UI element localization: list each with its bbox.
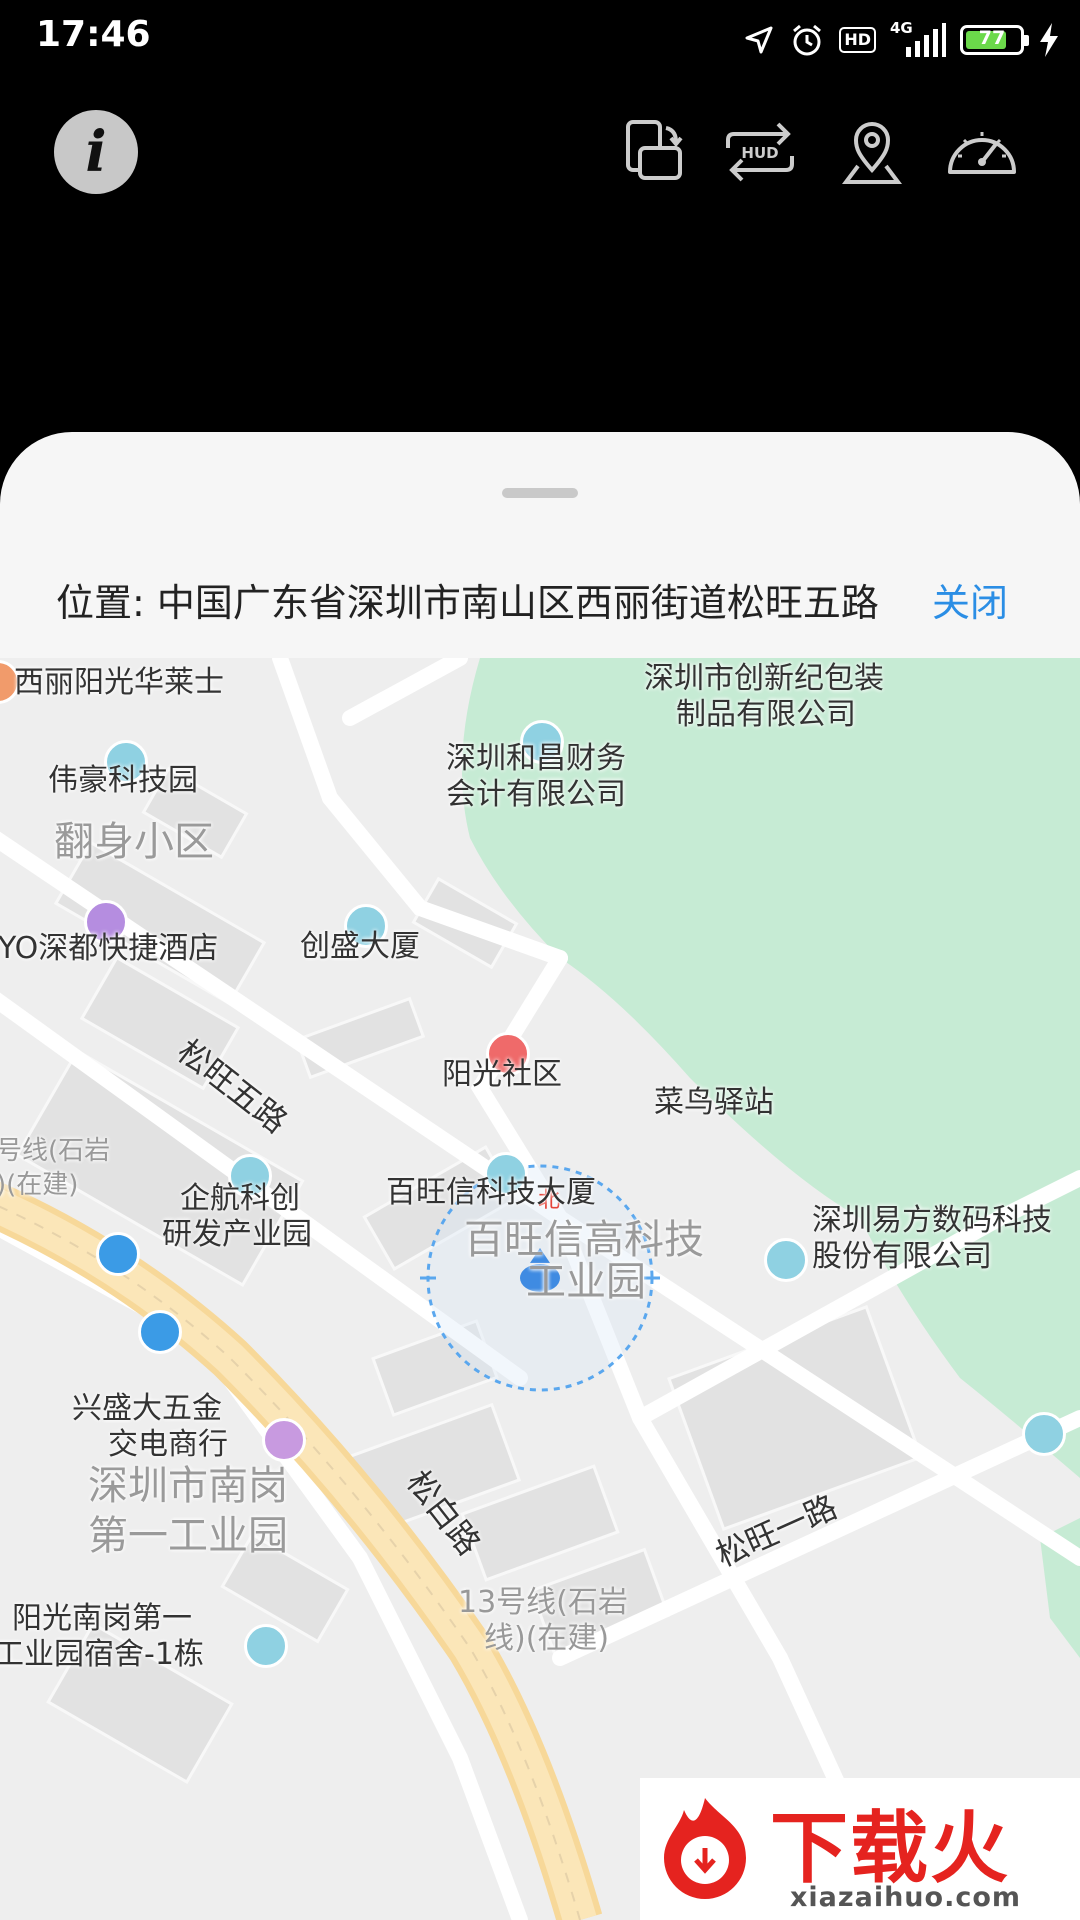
alarm-icon (793, 24, 822, 56)
location-sheet: 位置: 中国广东省深圳市南山区西丽街道松旺五路 关闭 北 西丽阳光华莱士 伟豪科… (0, 432, 1080, 1920)
location-address: 位置: 中国广东省深圳市南山区西丽街道松旺五路 (56, 581, 879, 625)
poi-label[interactable]: 阳光社区 (442, 1056, 562, 1094)
sheet-drag-handle[interactable] (502, 488, 578, 498)
poi-label[interactable]: 会计有限公司 (446, 776, 626, 814)
poi-label[interactable]: 西丽阳光华莱士 (14, 664, 224, 702)
poi-label[interactable]: 深圳市创新纪包装 (644, 660, 884, 698)
parking-icon[interactable] (138, 1310, 182, 1354)
speedometer-icon (948, 132, 1016, 174)
poi-label[interactable]: 企航科创 (180, 1180, 300, 1218)
status-icons: HD 4G 77 (743, 18, 1060, 62)
metro-line-label: 13号线(石岩 (458, 1585, 628, 1620)
svg-text:HUD: HUD (741, 144, 778, 162)
screen-rotate-icon (626, 120, 683, 180)
location-arrow-icon (745, 26, 773, 54)
watermark: 下载火 xiazaihuo.com (640, 1778, 1080, 1920)
poi-label[interactable]: 百旺信科技大厦 (386, 1174, 596, 1212)
poi-label[interactable]: 深圳易方数码科技 (812, 1202, 1052, 1240)
poi-label[interactable]: 股份有限公司 (812, 1238, 992, 1276)
hud-switch-button[interactable]: HUD (718, 110, 802, 194)
status-time: 17:46 (36, 14, 151, 55)
poi-label[interactable]: 伟豪科技园 (48, 762, 198, 800)
info-button[interactable]: i (54, 110, 138, 194)
area-label: 深圳市南岗 (88, 1463, 288, 1509)
info-icon: i (85, 119, 107, 185)
area-label: 第一工业园 (88, 1513, 288, 1559)
metro-line-label: 线)(在建) (484, 1621, 610, 1656)
hd-icon: HD (839, 27, 876, 53)
location-row: 位置: 中国广东省深圳市南山区西丽街道松旺五路 关闭 (0, 572, 1080, 632)
battery-nub (1024, 35, 1029, 46)
screen-rotate-button[interactable] (608, 110, 692, 194)
shop-pin-icon[interactable] (262, 1418, 306, 1462)
flame-logo-icon (664, 1798, 746, 1899)
poi-label[interactable]: 兴盛大五金 (72, 1390, 222, 1428)
signal-icon: 4G (890, 19, 946, 57)
hud-switch-icon: HUD (726, 122, 794, 182)
map-pin-button[interactable] (830, 110, 914, 194)
poi-label[interactable]: YO深都快捷酒店 (0, 930, 218, 968)
map-pin-icon (842, 122, 902, 184)
watermark-url: xiazaihuo.com (790, 1882, 1022, 1913)
metro-line-label: 号线(石岩 (0, 1136, 111, 1166)
bus-stop-icon[interactable] (96, 1232, 140, 1276)
speedometer-button[interactable] (940, 110, 1024, 194)
status-bar: 17:46 HD 4G 77 (0, 0, 1080, 80)
poi-label[interactable]: 菜鸟驿站 (654, 1084, 774, 1122)
area-label: 工业园 (526, 1259, 646, 1305)
battery-icon: 77 (960, 25, 1029, 55)
building-pin-icon[interactable] (1022, 1412, 1066, 1456)
dorm-pin-icon[interactable] (244, 1624, 288, 1668)
metro-line-label: )(在建) (0, 1170, 79, 1200)
poi-label[interactable]: 制品有限公司 (676, 696, 856, 734)
poi-label[interactable]: 工业园宿舍-1栋 (0, 1636, 204, 1674)
area-label: 百旺信高科技 (464, 1217, 704, 1263)
poi-label[interactable]: 深圳和昌财务 (446, 740, 626, 778)
building-pin-icon[interactable] (764, 1238, 808, 1282)
poi-label[interactable]: 创盛大厦 (300, 928, 420, 966)
map-view[interactable]: 北 西丽阳光华莱士 伟豪科技园 翻身小区 YO深都快捷酒店 创盛大厦 松旺五路 … (0, 658, 1080, 1920)
close-button[interactable]: 关闭 (932, 572, 1008, 627)
poi-label[interactable]: 交电商行 (108, 1426, 228, 1464)
poi-label[interactable]: 研发产业园 (162, 1216, 312, 1254)
battery-level: 77 (978, 27, 1006, 49)
charging-icon (1040, 23, 1058, 57)
area-label: 翻身小区 (54, 819, 214, 865)
poi-label[interactable]: 阳光南岗第一 (12, 1600, 192, 1638)
